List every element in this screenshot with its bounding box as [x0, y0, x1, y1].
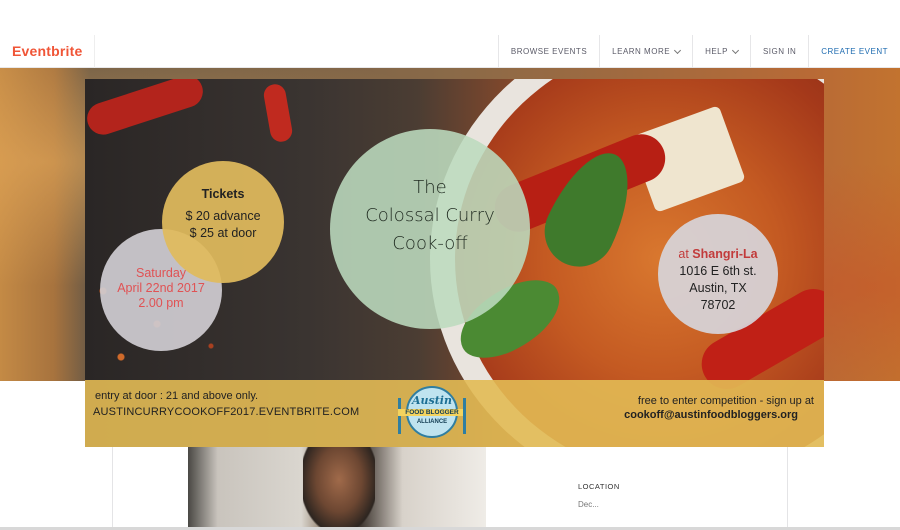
nav-create-event[interactable]: CREATE EVENT — [808, 35, 900, 68]
logo-text-alliance: ALLIANCE — [416, 419, 448, 425]
date-full: April 22nd 2017 — [117, 281, 205, 295]
knife-icon — [463, 398, 466, 434]
eventbrite-logo[interactable]: Eventbrite — [12, 43, 82, 59]
title-circle: The Colossal Curry Cook-off — [330, 129, 530, 329]
nav-browse-events[interactable]: BROWSE EVENTS — [497, 35, 599, 68]
venue-street: 1016 E 6th st. — [679, 264, 757, 278]
date-time: 2.00 pm — [138, 296, 184, 310]
event-title-line-1: The — [413, 177, 447, 198]
logo-divider — [94, 35, 95, 68]
main-nav: BROWSE EVENTS LEARN MORE HELP SIGN IN CR… — [497, 35, 900, 68]
nav-help[interactable]: HELP — [692, 35, 750, 68]
ticket-price-advance: $ 20 advance — [185, 209, 261, 223]
chili-decoration — [85, 79, 208, 139]
organizer-portrait — [303, 446, 375, 530]
event-banner: Saturday April 22nd 2017 2.00 pm Tickets… — [85, 79, 824, 447]
venue-circle: at Shangri-La 1016 E 6th st. Austin, TX … — [658, 214, 778, 334]
location-value: Dec... — [578, 500, 599, 509]
event-site-url: AUSTINCURRYCOOKOFF2017.EVENTBRITE.COM — [93, 406, 360, 418]
venue-name: Shangri-La — [692, 247, 758, 261]
location-label: LOCATION — [578, 482, 620, 491]
nav-browse-events-label: BROWSE EVENTS — [510, 47, 588, 56]
event-title-line-2: Colossal Curry — [365, 205, 495, 226]
tickets-circle: Tickets $ 20 advance $ 25 at door — [162, 161, 284, 283]
nav-create-event-label: CREATE EVENT — [821, 47, 888, 56]
top-header: Eventbrite BROWSE EVENTS LEARN MORE HELP… — [0, 35, 900, 68]
signup-info: free to enter competition - sign up at — [637, 395, 814, 407]
entry-info: entry at door : 21 and above only. — [95, 390, 259, 402]
logo-text-austin: Austin — [412, 394, 452, 407]
chili-decoration — [262, 82, 294, 144]
chevron-down-icon — [674, 46, 682, 54]
chevron-down-icon — [731, 46, 740, 54]
nav-learn-more[interactable]: LEARN MORE — [599, 35, 692, 68]
venue-zip: 78702 — [700, 298, 736, 312]
venue-name-line: at Shangri-La — [658, 247, 778, 261]
banner-info-strip: entry at door : 21 and above only. AUSTI… — [85, 380, 824, 447]
nav-help-label: HELP — [705, 47, 728, 56]
nav-sign-in-label: SIGN IN — [762, 47, 797, 56]
logo-text-food-blogger: FOOD BLOGGER — [398, 409, 466, 416]
ticket-price-door: $ 25 at door — [189, 226, 257, 240]
venue-at: at — [678, 247, 693, 261]
nav-learn-more-label: LEARN MORE — [612, 47, 671, 56]
food-blogger-alliance-logo: Austin FOOD BLOGGER ALLIANCE — [398, 386, 466, 440]
event-title-line-3: Cook-off — [392, 233, 468, 254]
venue-city: Austin, TX — [689, 281, 747, 295]
signup-email: cookoff@austinfoodbloggers.org — [624, 409, 798, 421]
nav-sign-in[interactable]: SIGN IN — [749, 35, 808, 68]
tickets-heading: Tickets — [201, 187, 245, 201]
